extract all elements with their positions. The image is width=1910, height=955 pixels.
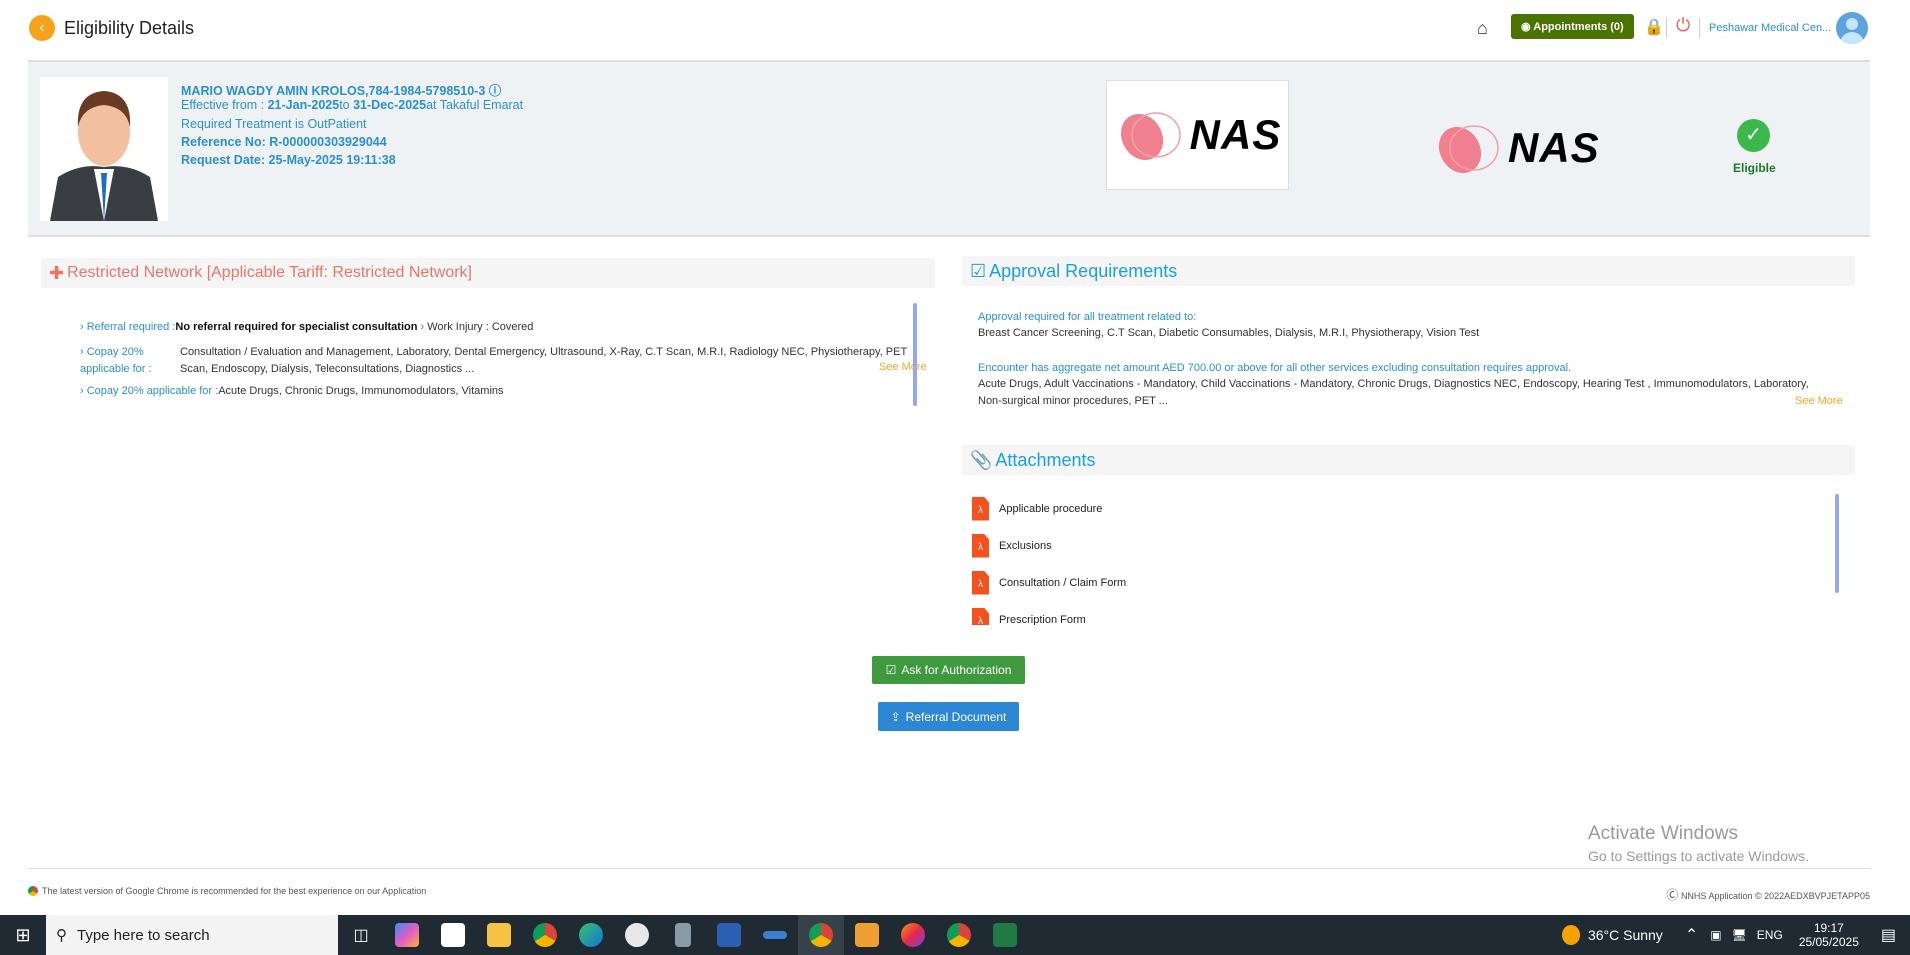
chrome-icon[interactable]	[522, 915, 568, 955]
lock-icon[interactable]: 🔒	[1644, 17, 1664, 37]
attachment-item[interactable]: λ Exclusions	[972, 527, 1772, 564]
copay-services: Consultation / Evaluation and Management…	[180, 346, 907, 375]
sun-icon	[1561, 925, 1580, 945]
excel-icon[interactable]	[982, 915, 1028, 955]
payer-logo: NAS	[1106, 80, 1289, 190]
attachment-item[interactable]: λ Consultation / Claim Form	[972, 564, 1772, 601]
search-icon: ⚲	[56, 927, 67, 944]
copyright: Ⓒ NNHS Application © 2022AEDXBVPJETAPP05	[1666, 888, 1870, 902]
info-icon[interactable]: ⓘ	[489, 84, 502, 98]
upload-icon: ⇪	[890, 709, 901, 724]
taskbar: ⊞ ⚲ Type here to search ◫ 36°C Sunny ⌃ ▣ …	[0, 915, 1910, 955]
ask-authorization-button[interactable]: ☑ Ask for Authorization	[872, 656, 1025, 684]
scrollbar[interactable]	[913, 303, 917, 406]
patient-photo	[40, 77, 168, 221]
divider	[1666, 18, 1667, 38]
approval-items-2: Acute Drugs, Adult Vaccinations - Mandat…	[978, 378, 1809, 407]
appointments-icon: ◉	[1521, 21, 1534, 33]
eligibility-status: Eligible	[1733, 161, 1776, 175]
vision-app-icon[interactable]	[430, 915, 476, 955]
appointments-button[interactable]: ◉ Appointments (0)	[1511, 14, 1634, 39]
outlook-icon[interactable]	[844, 915, 890, 955]
approval-items-1: Breast Cancer Screening, C.T Scan, Diabe…	[978, 327, 1480, 339]
word-icon[interactable]	[706, 915, 752, 955]
request-date: Request Date: 25-May-2025 19:11:38	[181, 153, 396, 167]
task-view-icon[interactable]: ◫	[338, 915, 384, 955]
facility-selector[interactable]: Peshawar Medical Cen...	[1709, 22, 1831, 34]
file-explorer-icon[interactable]	[476, 915, 522, 955]
appointments-label: Appointments (0)	[1533, 21, 1624, 33]
meet-icon[interactable]: ▣	[1710, 928, 1721, 942]
home-icon[interactable]: ⌂	[1477, 18, 1488, 39]
see-more-link[interactable]: See More	[879, 361, 927, 373]
pdf-icon: λ	[972, 570, 989, 595]
approval-header: ☑ Approval Requirements	[962, 256, 1855, 286]
paperclip-icon: 📎	[970, 449, 993, 470]
attachments-header: 📎 Attachments	[962, 445, 1855, 475]
effective-dates: Effective from : 21-Jan-2025to 31-Dec-20…	[181, 98, 524, 112]
scanner-icon[interactable]	[752, 915, 798, 955]
scrollbar[interactable]	[1835, 494, 1839, 593]
firefox-icon[interactable]	[890, 915, 936, 955]
copay-drugs-row: › Copay 20% applicable for :Acute Drugs,…	[80, 385, 504, 397]
attachments-list: λ Applicable procedure λ Exclusions λ Consu…	[972, 490, 1772, 625]
eligible-check-icon: ✓	[1737, 119, 1770, 152]
tray-chevron-icon[interactable]: ⌃	[1685, 925, 1698, 945]
approval-heading-2: Encounter has aggregate net amount AED 7…	[978, 362, 1572, 374]
copilot-icon[interactable]	[384, 915, 430, 955]
attachment-item[interactable]: λ Applicable procedure	[972, 490, 1772, 527]
nas-logo-mark	[1120, 112, 1181, 161]
footer-divider	[28, 868, 1870, 869]
user-avatar[interactable]	[1836, 12, 1868, 44]
attachment-item[interactable]: λ Prescription Form	[972, 601, 1772, 625]
snipping-tool-icon[interactable]	[614, 915, 660, 955]
network-icon[interactable]: 🖥	[1732, 928, 1747, 942]
see-more-link[interactable]: See More	[1795, 395, 1843, 407]
chrome-profile-c-icon[interactable]	[936, 915, 982, 955]
activate-windows-watermark: Activate Windows Go to Settings to activa…	[1588, 823, 1809, 864]
approval-heading-1: Approval required for all treatment rela…	[978, 311, 1197, 323]
reference-number: Reference No: R-000000303929044	[181, 135, 387, 149]
network-header: ✚ Restricted Network [Applicable Tariff: …	[41, 258, 935, 288]
chrome-profile-a-icon[interactable]	[798, 915, 844, 955]
referral-row: › Referral required :No referral require…	[80, 321, 534, 333]
referral-document-button[interactable]: ⇪ Referral Document	[878, 702, 1019, 731]
back-button[interactable]: ‹	[29, 15, 55, 41]
taskbar-search[interactable]: ⚲ Type here to search	[46, 915, 338, 955]
pdf-icon: λ	[972, 607, 989, 625]
divider	[1699, 18, 1700, 38]
tpa-logo: NAS	[1432, 118, 1600, 178]
edge-icon[interactable]	[568, 915, 614, 955]
patient-name-id: MARIO WAGDY AMIN KROLOS,784-1984-5798510…	[181, 84, 502, 98]
copyright-icon: Ⓒ	[1666, 888, 1679, 902]
notifications-icon[interactable]: ▤	[1881, 925, 1896, 945]
language-indicator[interactable]: ENG	[1757, 928, 1783, 942]
windows-start-icon[interactable]: ⊞	[0, 915, 46, 955]
power-icon[interactable]: ⏻	[1676, 15, 1690, 36]
treatment-type: Required Treatment is OutPatient	[181, 117, 367, 131]
chrome-icon	[28, 886, 38, 896]
calculator-icon[interactable]	[660, 915, 706, 955]
checkbox-icon: ☑	[970, 260, 987, 281]
checkbox-icon: ☑	[885, 663, 897, 677]
browser-note: The latest version of Google Chrome is r…	[28, 886, 426, 896]
copay-label: › Copay 20% applicable for :	[80, 346, 152, 375]
pdf-icon: λ	[972, 533, 989, 558]
page-title: Eligibility Details	[64, 18, 195, 38]
weather-widget[interactable]: 36°C Sunny	[1561, 925, 1663, 945]
pdf-icon: λ	[972, 496, 989, 521]
clock[interactable]: 19:17 25/05/2025	[1799, 921, 1859, 949]
medical-cross-icon: ✚	[49, 262, 65, 283]
